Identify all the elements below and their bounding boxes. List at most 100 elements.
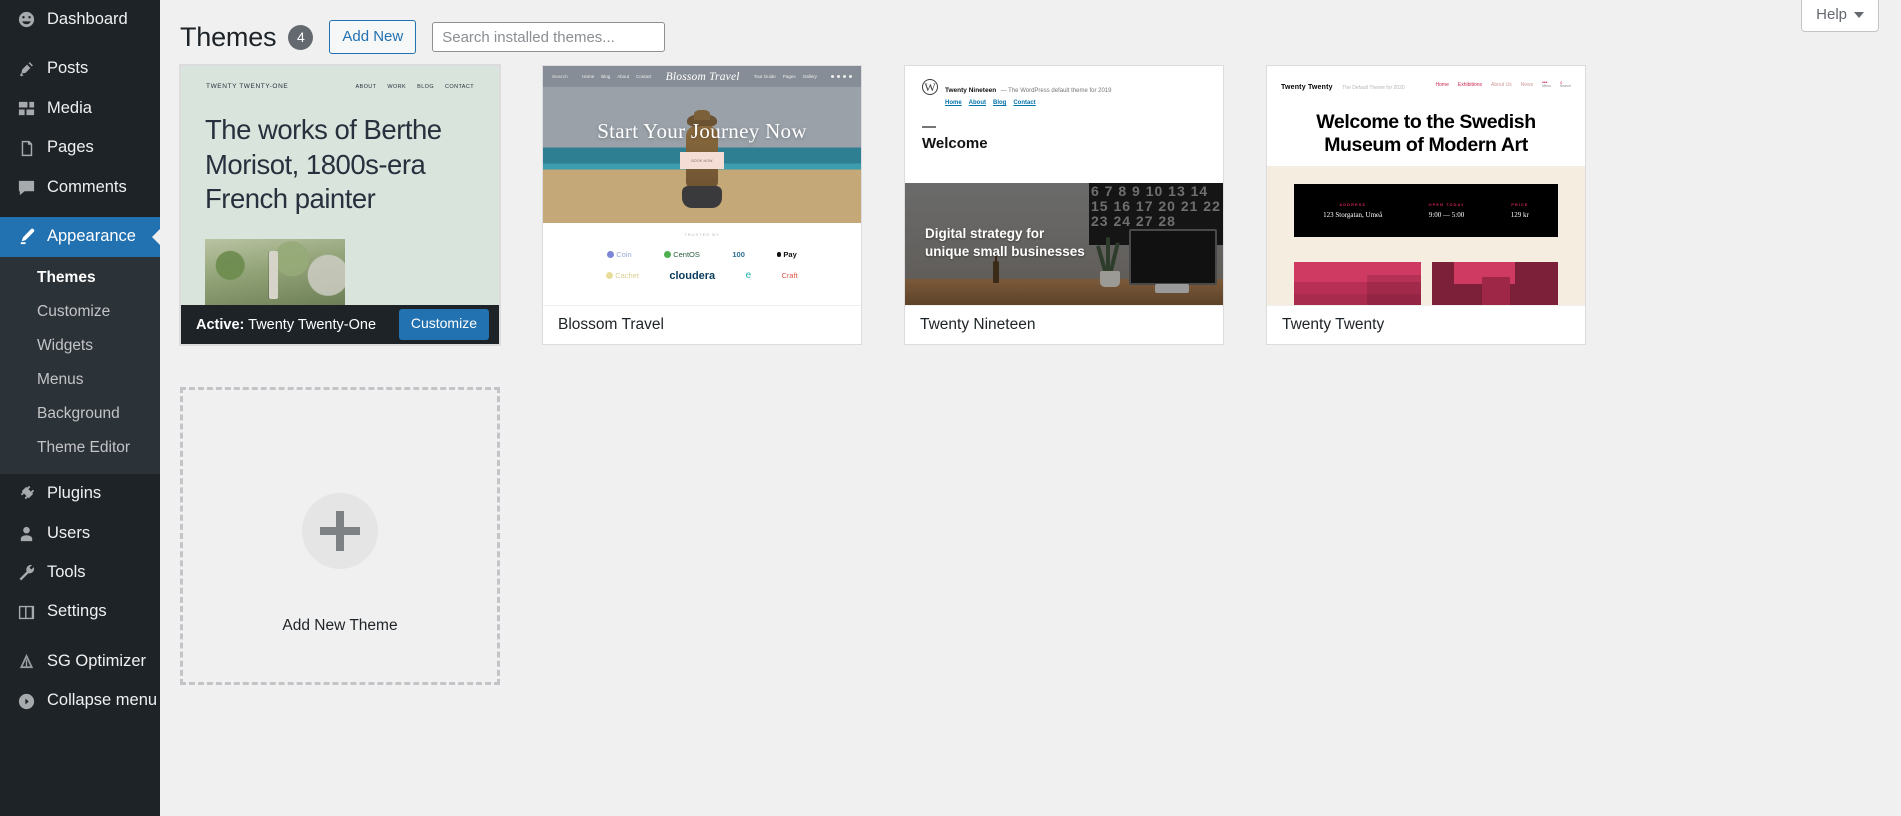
admin-page: Dashboard Posts Media Pages Comments App… <box>0 0 1901 816</box>
active-theme-text: Active: Twenty Twenty-One <box>196 317 376 333</box>
preview-tile <box>1294 262 1421 305</box>
preview-nav-link: Contact <box>635 74 652 79</box>
brand-logo: 100 <box>732 250 745 259</box>
theme-card-twenty-twenty[interactable]: Twenty Twenty The Default Theme for 2020… <box>1266 65 1586 345</box>
sidebar-item-label: Appearance <box>47 227 136 246</box>
sidebar-item-label: Settings <box>47 602 107 621</box>
preview-hero-line1: Digital strategy for <box>925 226 1045 241</box>
preview-nav-link: Tour Guide <box>753 74 776 79</box>
submenu-item-themes[interactable]: Themes <box>0 262 160 296</box>
preview-site-title: Twenty Nineteen <box>945 87 997 94</box>
theme-card-blossom-travel[interactable]: BOOK NOW Start Your Journey Now Search H… <box>542 65 862 345</box>
submenu-item-background[interactable]: Background <box>0 397 160 431</box>
pinterest-icon <box>848 75 852 78</box>
preview-nav-link: News <box>1520 82 1534 88</box>
preview-info-value: 129 kr <box>1510 211 1529 219</box>
chevron-down-icon <box>1854 11 1864 18</box>
preview-monitor <box>1129 229 1217 285</box>
submenu-item-customize[interactable]: Customize <box>0 296 160 330</box>
sidebar-item-tools[interactable]: Tools <box>0 553 160 592</box>
preview-nav-link: Gallery <box>802 74 817 79</box>
facebook-icon <box>830 75 834 78</box>
active-theme-name: Twenty Twenty-One <box>248 316 377 333</box>
customize-button[interactable]: Customize <box>398 309 489 340</box>
preview-social-icons <box>830 75 852 78</box>
preview-nav-link: Blog <box>601 74 611 79</box>
sidebar-item-plugins[interactable]: Plugins <box>0 474 160 513</box>
sidebar-item-sg-optimizer[interactable]: SG Optimizer <box>0 642 160 681</box>
preview-site-line: Twenty Nineteen — The WordPress default … <box>945 79 1111 97</box>
preview-plant <box>1095 235 1123 287</box>
theme-card-twenty-twenty-one[interactable]: TWENTY TWENTY-ONE ABOUT WORK BLOG CONTAC… <box>180 65 500 345</box>
preview-nav-link: Blog <box>993 100 1007 106</box>
sidebar-item-settings[interactable]: Settings <box>0 592 160 631</box>
theme-name: Twenty Twenty <box>1267 305 1585 344</box>
theme-name: Blossom Travel <box>543 305 861 344</box>
sidebar-item-label: Users <box>47 523 91 542</box>
add-new-button[interactable]: Add New <box>329 20 417 54</box>
help-button[interactable]: Help <box>1801 0 1879 32</box>
preview-info-value: 9:00 — 5:00 <box>1428 211 1465 219</box>
sidebar-item-appearance[interactable]: Appearance <box>0 217 160 257</box>
theme-grid: TWENTY TWENTY-ONE ABOUT WORK BLOG CONTAC… <box>160 56 1901 685</box>
preview-headline: The works of Berthe Morisot, 1800s-era F… <box>205 114 442 215</box>
preview-nav-link: CONTACT <box>445 83 474 90</box>
sidebar-item-collapse-menu[interactable]: Collapse menu <box>0 681 160 720</box>
collapse-arrow-icon <box>14 691 38 711</box>
preview-logo: Blossom Travel <box>665 70 740 83</box>
preview-nav-links: Home About Blog Contact <box>945 100 1111 106</box>
appearance-submenu: Themes Customize Widgets Menus Backgroun… <box>0 256 160 475</box>
preview-brand-block: Twenty Twenty The Default Theme for 2020 <box>1281 76 1405 94</box>
sidebar-item-posts[interactable]: Posts <box>0 49 160 88</box>
sidebar-divider <box>0 39 160 49</box>
theme-screenshot[interactable]: TWENTY TWENTY-ONE ABOUT WORK BLOG CONTAC… <box>181 66 499 305</box>
preview-hero: BOOK NOW Start Your Journey Now Search H… <box>543 66 861 223</box>
sidebar-item-users[interactable]: Users <box>0 514 160 553</box>
theme-count-badge: 4 <box>288 24 314 50</box>
theme-card-twenty-nineteen[interactable]: W Twenty Nineteen — The WordPress defaul… <box>904 65 1224 345</box>
preview-site-desc: — The WordPress default theme for 2019 <box>1000 88 1112 94</box>
preview-logo-row: Coin CentOS 100 Pay <box>543 244 861 265</box>
preview-info-label: OPEN TODAY <box>1428 202 1465 207</box>
preview-nav-link: BLOG <box>417 83 435 90</box>
preview-nav-link: About Us <box>1491 82 1512 88</box>
preview-info-label: PRICE <box>1511 202 1529 207</box>
submenu-item-theme-editor[interactable]: Theme Editor <box>0 431 160 465</box>
submenu-item-menus[interactable]: Menus <box>0 363 160 397</box>
theme-active-bar: Active: Twenty Twenty-One Customize <box>181 305 499 344</box>
sidebar-item-pages[interactable]: Pages <box>0 128 160 167</box>
add-new-theme-label: Add New Theme <box>282 617 398 634</box>
preview-divider <box>922 126 936 128</box>
theme-screenshot[interactable]: Twenty Twenty The Default Theme for 2020… <box>1267 66 1585 305</box>
preview-nav: Home Exhibitions About Us News ••• Menu ⌕… <box>1436 81 1571 88</box>
sidebar-item-label: Comments <box>47 177 127 196</box>
preview-nav-link: About <box>968 100 986 106</box>
sidebar-item-comments[interactable]: Comments <box>0 168 160 207</box>
preview-nav-left: Home Blog About Contact <box>582 74 651 79</box>
sidebar-item-dashboard[interactable]: Dashboard <box>0 0 160 39</box>
sidebar-item-media[interactable]: Media <box>0 89 160 128</box>
preview-tagline: The Default Theme for 2020 <box>1342 85 1405 91</box>
plus-icon <box>302 493 378 569</box>
preview-info-item: ADDRESS 123 Storgatan, Umeå <box>1323 202 1382 219</box>
brand-logo: Craft <box>781 271 798 280</box>
preview-nav-link: Contact <box>1013 100 1036 106</box>
preview-hero-title: Start Your Journey Now <box>597 119 807 143</box>
preview-nav-links: ABOUT WORK BLOG CONTACT <box>355 84 474 90</box>
media-icon <box>14 99 38 119</box>
twitter-icon <box>836 75 840 78</box>
preview-nav-right: Tour Guide Pages Gallery <box>754 74 817 79</box>
sidebar-item-label: Media <box>47 98 92 117</box>
submenu-item-widgets[interactable]: Widgets <box>0 329 160 363</box>
theme-screenshot[interactable]: BOOK NOW Start Your Journey Now Search H… <box>543 66 861 305</box>
admin-sidebar: Dashboard Posts Media Pages Comments App… <box>0 0 160 816</box>
search-input[interactable] <box>432 22 666 52</box>
preview-tile <box>1431 262 1558 305</box>
active-label: Active: <box>196 316 245 333</box>
preview-headline: Welcome to the Swedish Museum of Modern … <box>1267 94 1585 157</box>
theme-screenshot[interactable]: W Twenty Nineteen — The WordPress defaul… <box>905 66 1223 305</box>
sidebar-item-label: Plugins <box>47 484 102 503</box>
sidebar-item-label: Pages <box>47 138 94 157</box>
add-new-theme-card[interactable]: Add New Theme <box>180 387 500 685</box>
preview-nav-link: ABOUT <box>355 83 377 90</box>
